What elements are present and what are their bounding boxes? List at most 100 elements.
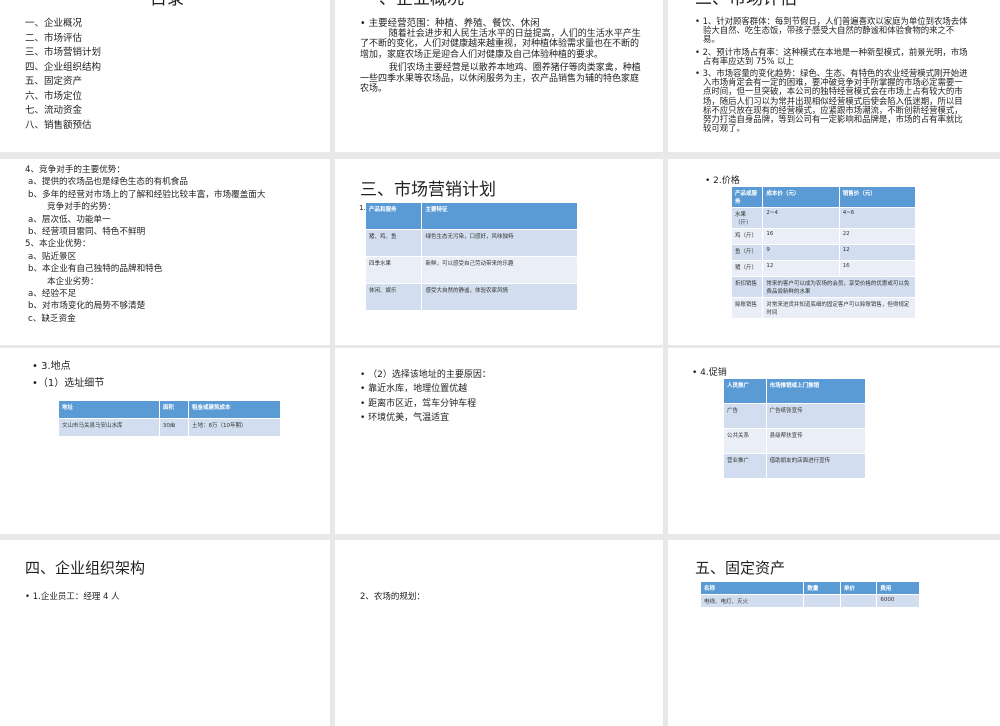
table-cell: [839, 594, 878, 608]
bullet-text: • 主要经营范围：种植、养殖、餐饮、休闲: [360, 18, 540, 29]
table-cell: 四季水果: [364, 256, 423, 284]
slide-thumbnail-promotion[interactable]: • 4.促销 人员推广 市场推销或上门推销 广告 广告纸张宣传 公共关系 县级帮扶宣传 营业…: [668, 348, 1000, 534]
paragraph: 随着社会进步和人民生活水平的日益提高，人们的生活水平产生了不断的变化，人们对健康…: [360, 29, 641, 60]
toc-list: 一、企业概况 二、市场评估 三、市场营销计划 四、企业组织结构 五、固定资产 六、市场定位…: [25, 17, 101, 133]
slide-thumbnail-competition[interactable]: 4、竞争对手的主要优势： a、提供的农场品也是绿色生态的有机食品 b、多年的经营对市…: [0, 159, 330, 345]
table-row: 水果（斤） 2~4 4~6: [730, 207, 917, 229]
table-header-row: 名称 数量 单价 费用: [699, 581, 920, 595]
table-cell: 名称: [699, 581, 805, 595]
sub-heading: •（1）选址细节: [32, 378, 105, 389]
slide-heading: • 2.价格: [705, 176, 740, 186]
table-cell: 市场推销或上门推销: [765, 378, 867, 404]
table-cell: 12: [762, 260, 840, 277]
table-cell: 绿色生态无污染，口感好，风味独特: [421, 229, 578, 257]
slide-title: 四、企业组织架构: [25, 559, 146, 577]
list-item: a、提供的农场品也是绿色生态的有机食品: [28, 177, 188, 188]
table-header-row: 产品和服务 主要特征: [364, 202, 578, 230]
table-cell: 猪、鸡、鱼: [364, 229, 423, 257]
slide-thumbnail-assessment[interactable]: 二、市场评估 • 1、针对顾客群体：每到节假日，人们普遍喜欢以家庭为单位到农场去…: [668, 0, 1000, 152]
table-cell: 常来的客户可以成为农场的会员，享受价格的优惠或可以免费品尝新鲜的水果: [762, 276, 916, 298]
price-table: 产品或服务 成本价（元） 销售价（元） 水果（斤） 2~4 4~6 鸡（斤） 16 22 鱼（斤）…: [730, 186, 917, 319]
list-item: 八、销售额预估: [25, 119, 92, 131]
table-row: 广告 广告纸张宣传: [723, 403, 867, 429]
table-row: 折扣销售 常来的客户可以成为农场的会员，享受价格的优惠或可以免费品尝新鲜的水果: [730, 276, 916, 298]
body-text: • 1.企业员工：经理 4 人: [25, 592, 120, 602]
table-cell: 鱼（斤）: [730, 244, 764, 261]
list-item: • （2）选择该地址的主要原因：: [360, 370, 491, 380]
table-cell: 30亩: [158, 418, 190, 437]
list-item: b、多年的经营对市场上的了解和经验比较丰富，市场覆盖面大: [28, 189, 266, 200]
list-item: 本企业劣势：: [47, 276, 99, 287]
slide-thumbnail-reasons[interactable]: • （2）选择该地址的主要原因： • 靠近水库，地理位置优越 • 距离市区近，驾车分…: [335, 348, 663, 534]
slide-thumbnail-marketing[interactable]: 三、市场营销计划 1. 产品和服务 主要特征 猪、鸡、鱼 绿色生态无污染，口感好，风味…: [335, 159, 663, 345]
promotion-table: 人员推广 市场推销或上门推销 广告 广告纸张宣传 公共关系 县级帮扶宣传 营业推广 借助朋友的…: [723, 378, 867, 479]
list-item: b、经营项目雷同、特色不鲜明: [28, 227, 146, 238]
table-cell: 营业推广: [723, 453, 767, 479]
list-item: c、缺乏资金: [28, 313, 76, 324]
table-cell: 成本价（元）: [762, 186, 840, 208]
table-cell: 借助朋友的店面进行宣传: [765, 453, 867, 479]
body-text: 随着社会进步和人民生活水平的日益提高，人们的生活水平产生了不断的变化，人们对健康…: [360, 29, 642, 97]
table-cell: 鸡（斤）: [730, 228, 764, 245]
list-item: 竞争对手的劣势：: [47, 202, 116, 213]
table-cell: 新鲜，可以感受自己劳动带来的乐趣: [421, 256, 578, 284]
table-row: 文山市马关县马安山水库 30亩 土地：8万（10年期）: [58, 418, 281, 437]
table-row: 休闲、娱乐 感受大自然的静谧，体验农家风情: [364, 283, 578, 311]
table-cell: 面积: [158, 400, 190, 419]
table-cell: 12: [838, 244, 917, 261]
slide-thumbnail-org[interactable]: 四、企业组织架构 • 1.企业员工：经理 4 人: [0, 540, 330, 726]
slide-thumbnail-assets[interactable]: 五、固定资产 名称 数量 单价 费用 电线、电灯、灭火 6000: [668, 540, 1000, 726]
table-cell: 数量: [803, 581, 841, 595]
competition-list: 4、竞争对手的主要优势： a、提供的农场品也是绿色生态的有机食品 b、多年的经营对市…: [25, 164, 266, 325]
list-item: a、层次低、功能单一: [28, 214, 111, 225]
location-table: 地址 面积 租金或建筑成本 文山市马关县马安山水库 30亩 土地：8万（10年期）: [58, 400, 281, 437]
list-item: • 3、市场容量的变化趋势：绿色、生态、有特色的农业经营模式刚开始进入市场肯定会…: [695, 68, 968, 134]
table-header-row: 人员推广 市场推销或上门推销: [723, 378, 867, 404]
paragraph: 我们农场主要经营是以散养本地鸡、圈养猪仔等肉类家禽，种植一些四季水果等农场品，以…: [360, 63, 641, 95]
slide-thumbnail-overview[interactable]: 一、企业概况 • 主要经营范围：种植、养殖、餐饮、休闲 随着社会进步和人民生活水…: [335, 0, 663, 152]
list-item: a、贴近景区: [28, 251, 77, 262]
list-item: b、本企业有自己独特的品牌和特色: [28, 264, 163, 275]
list-item: b、对市场变化的局势不够清楚: [28, 301, 146, 312]
table-cell: 6000: [876, 594, 920, 608]
list-item: • 靠近水库，地理位置优越: [360, 384, 468, 395]
slide-thumbnail-location[interactable]: • 3.地点 •（1）选址细节 地址 面积 租金或建筑成本 文山市马关县马安山水库 30…: [0, 348, 330, 534]
table-cell: 22: [838, 228, 917, 245]
table-cell: 广告纸张宣传: [765, 403, 867, 429]
slide-title: 五、固定资产: [695, 559, 786, 577]
list-item: • 距离市区近，驾车分钟车程: [360, 398, 477, 409]
list-item: 二、市场评估: [25, 32, 83, 44]
table-cell: 产品或服务: [730, 186, 764, 208]
table-cell: 对常来进货并知道底细的固定客户可以赊账销售，但得规定时间: [762, 297, 916, 319]
slide-thumbnail-price[interactable]: • 2.价格 产品或服务 成本价（元） 销售价（元） 水果（斤） 2~4 4~6 鸡（斤） 1…: [668, 159, 1000, 345]
table-row: 电线、电灯、灭火 6000: [699, 594, 920, 608]
table-cell: 休闲、娱乐: [364, 283, 423, 311]
list-item: 三、市场营销计划: [25, 47, 102, 58]
list-item: • 2、预计市场占有率：这种模式在本地是一种新型模式，前景光明，市场占有率应达到…: [695, 46, 968, 66]
table-cell: 赊账销售: [730, 297, 764, 319]
list-item: a、经验不足: [28, 289, 77, 300]
table-cell: 县级帮扶宣传: [765, 428, 867, 454]
table-cell: 销售价（元）: [838, 186, 917, 208]
table-cell: 土地：8万（10年期）: [188, 418, 281, 437]
table-cell: 16: [838, 260, 917, 277]
slide-thumbnail-plan[interactable]: 2、农场的规划：: [335, 540, 663, 726]
table-header-row: 地址 面积 租金或建筑成本: [58, 400, 281, 419]
table-cell: 人员推广: [723, 378, 767, 404]
table-row: 四季水果 新鲜，可以感受自己劳动带来的乐趣: [364, 256, 578, 284]
table-cell: 广告: [723, 403, 767, 429]
table-cell: 16: [762, 228, 840, 245]
list-item: 一、企业概况: [25, 18, 83, 29]
table-row: 公共关系 县级帮扶宣传: [723, 428, 867, 454]
table-cell: 9: [762, 244, 840, 261]
reasons-list: • （2）选择该地址的主要原因： • 靠近水库，地理位置优越 • 距离市区近，驾车分…: [360, 368, 491, 425]
list-item: 六、市场定位: [25, 90, 83, 102]
table-row: 鱼（斤） 9 12: [730, 244, 917, 261]
table-cell: 租金或建筑成本: [188, 400, 281, 419]
table-cell: 折扣销售: [730, 276, 764, 298]
table-cell: 费用: [876, 581, 920, 595]
slide-thumbnail-toc[interactable]: 目录 一、企业概况二、市场评估三、市场营销计划四、企业组织结构五、固定资产六、市…: [0, 0, 330, 152]
product-table: 产品和服务 主要特征 猪、鸡、鱼 绿色生态无污染，口感好，风味独特 四季水果 新鲜，可以感…: [364, 202, 578, 311]
list-item: 七、流动资金: [25, 105, 83, 116]
list-item: 5、本企业优势：: [25, 239, 91, 250]
